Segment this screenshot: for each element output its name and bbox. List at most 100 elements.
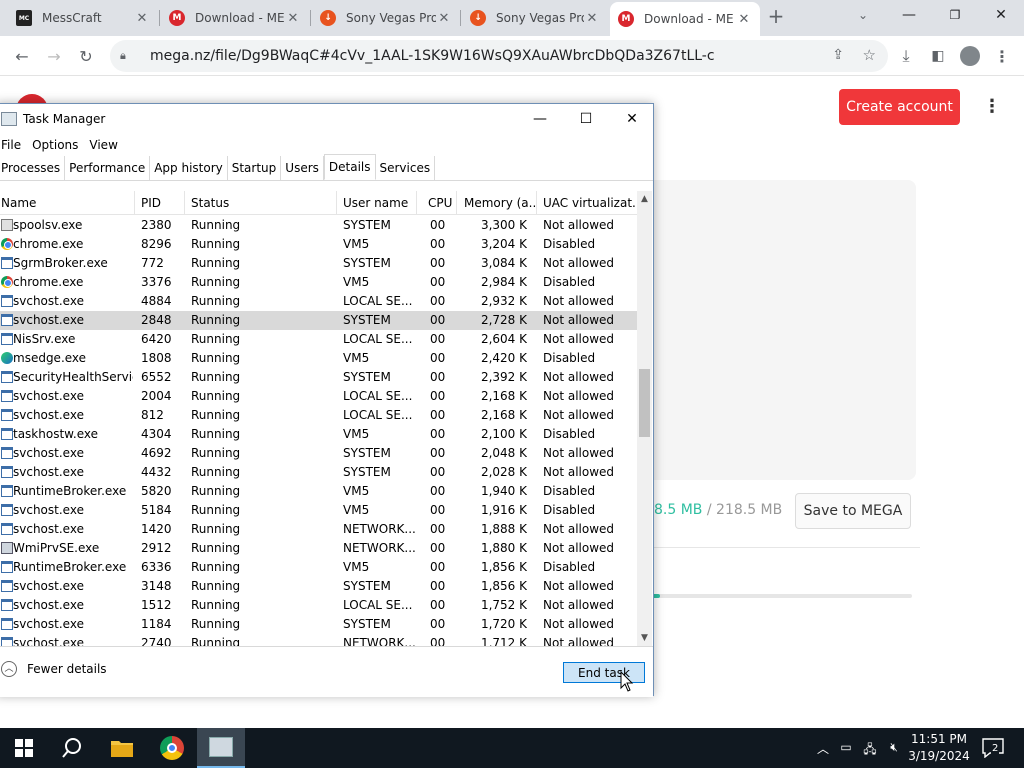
save-to-mega-button[interactable]: Save to MEGA <box>795 493 911 529</box>
chevron-up-icon[interactable]: ︿ <box>815 740 831 756</box>
scroll-up-icon[interactable]: ▲ <box>637 191 652 207</box>
tab-processes[interactable]: Processes <box>0 156 66 180</box>
table-row[interactable]: chrome.exe 3376 Running VM5 00 2,984 K Disable… <box>0 273 637 292</box>
tab-sony-vegas-2[interactable]: ↓ Sony Vegas Pro ✕ <box>462 4 608 32</box>
table-row[interactable]: svchost.exe 3148 Running SYSTEM 00 1,856 K Not… <box>0 577 637 596</box>
table-row[interactable]: taskhostw.exe 4304 Running VM5 00 2,100 K Disa… <box>0 425 637 444</box>
volume-muted-icon[interactable]: 🔇︎ <box>886 740 902 756</box>
column-status[interactable]: Status <box>185 191 337 215</box>
close-window-icon[interactable]: ✕ <box>978 0 1024 30</box>
table-row[interactable]: WmiPrvSE.exe 2912 Running NETWORK... 00 1,880… <box>0 539 637 558</box>
table-row[interactable]: NisSrv.exe 6420 Running LOCAL SE... 00 2,604 … <box>0 330 637 349</box>
table-row[interactable]: SecurityHealthServic... 6552 Running SYSTEM… <box>0 368 637 387</box>
table-row[interactable]: svchost.exe 4884 Running LOCAL SE... 00 2,932… <box>0 292 637 311</box>
scroll-down-icon[interactable]: ▼ <box>637 630 652 646</box>
table-row[interactable]: svchost.exe 4432 Running SYSTEM 00 2,028 K Not… <box>0 463 637 482</box>
network-icon[interactable]: 🖧︎ <box>862 740 878 756</box>
start-button[interactable] <box>0 728 48 768</box>
vertical-scrollbar[interactable]: ▲ ▼ <box>637 191 652 646</box>
cell-uac: Not allowed <box>543 465 615 479</box>
table-row[interactable]: svchost.exe 1184 Running SYSTEM 00 1,720 K Not… <box>0 615 637 634</box>
tab-startup[interactable]: Startup <box>227 156 282 180</box>
menu-options[interactable]: Options <box>28 138 85 152</box>
close-icon[interactable]: ✕ <box>134 11 150 26</box>
tab-app-history[interactable]: App history <box>150 156 228 180</box>
close-icon[interactable]: ✕ <box>736 12 752 27</box>
reload-icon[interactable]: ↻ <box>72 42 100 70</box>
side-panel-icon[interactable]: ◧ <box>924 42 952 70</box>
close-icon[interactable]: ✕ <box>609 104 655 134</box>
task-manager-titlebar[interactable]: Task Manager — ☐ ✕ <box>0 104 653 134</box>
file-explorer-button[interactable] <box>98 728 146 768</box>
column-memory[interactable]: Memory (a... <box>457 191 537 215</box>
star-icon[interactable]: ☆ <box>863 46 876 64</box>
table-row[interactable]: svchost.exe 2004 Running LOCAL SE... 00 2,168… <box>0 387 637 406</box>
search-button[interactable] <box>48 728 96 768</box>
tab-sony-vegas-1[interactable]: ↓ Sony Vegas Pro ✕ <box>312 4 460 32</box>
tab-services[interactable]: Services <box>375 156 436 180</box>
table-row[interactable]: svchost.exe 5184 Running VM5 00 1,916 K Disabl… <box>0 501 637 520</box>
back-arrow-icon[interactable]: ← <box>8 42 36 70</box>
cell-pid: 2848 <box>141 313 172 327</box>
table-row[interactable]: RuntimeBroker.exe 6336 Running VM5 00 1,856 K… <box>0 558 637 577</box>
profile-icon[interactable] <box>956 42 984 70</box>
tab-users[interactable]: Users <box>281 156 324 180</box>
window-title: Task Manager <box>23 112 106 126</box>
close-icon[interactable]: ✕ <box>584 11 600 26</box>
table-row[interactable]: svchost.exe 1512 Running LOCAL SE... 00 1,752… <box>0 596 637 615</box>
menu-bar: File Options View <box>0 134 125 156</box>
column-cpu[interactable]: CPU <box>417 191 457 215</box>
downloads-icon[interactable]: ⤓ <box>892 42 920 70</box>
scroll-thumb[interactable] <box>639 369 650 437</box>
cell-cpu: 00 <box>430 370 446 384</box>
tab-mega-2[interactable]: M Download - ME ✕ <box>610 2 760 36</box>
tab-details[interactable]: Details <box>323 154 376 180</box>
table-row[interactable]: svchost.exe 812 Running LOCAL SE... 00 2,168 … <box>0 406 637 425</box>
cell-name: chrome.exe <box>13 275 84 289</box>
table-row[interactable]: svchost.exe 2848 Running SYSTEM 00 2,728 K Not… <box>0 311 637 330</box>
notifications-button[interactable]: 2 <box>982 738 1004 759</box>
svc-icon <box>1 314 13 326</box>
close-icon[interactable]: ✕ <box>285 11 301 26</box>
menu-file[interactable]: File <box>0 138 28 152</box>
table-row[interactable]: chrome.exe 8296 Running VM5 00 3,204 K Disable… <box>0 235 637 254</box>
tab-mega-1[interactable]: M Download - ME ✕ <box>161 4 309 32</box>
task-manager-taskbar-button[interactable] <box>197 728 245 768</box>
forward-arrow-icon[interactable]: → <box>40 42 68 70</box>
chrome-menu-icon[interactable]: ⋮ <box>988 42 1016 70</box>
maximize-icon[interactable]: ☐ <box>563 104 609 134</box>
share-icon[interactable]: ⇪ <box>832 47 844 63</box>
minimize-icon[interactable]: — <box>886 0 932 30</box>
column-uac-virtualization[interactable]: UAC virtualizat... <box>537 191 637 215</box>
tab-messcraft[interactable]: MC MessCraft ✕ <box>8 4 158 32</box>
column-user-name[interactable]: User name <box>337 191 417 215</box>
menu-view[interactable]: View <box>85 138 124 152</box>
table-row[interactable]: msedge.exe 1808 Running VM5 00 2,420 K Disable… <box>0 349 637 368</box>
table-row[interactable]: spoolsv.exe 2380 Running SYSTEM 00 3,300 K Not… <box>0 216 637 235</box>
system-clock[interactable]: 11:51 PM 3/19/2024 <box>905 731 973 765</box>
address-bar[interactable]: 🔒︎ mega.nz/file/Dg9BWaqC#4cVv_1AAL-1SK9W… <box>110 40 888 72</box>
tab-performance[interactable]: Performance <box>65 156 151 180</box>
minimize-icon[interactable]: — <box>517 104 563 134</box>
more-menu-icon[interactable]: ⋮ <box>982 97 1002 117</box>
tab-search-icon[interactable]: ⌄ <box>840 0 886 30</box>
table-row[interactable]: RuntimeBroker.exe 5820 Running VM5 00 1,940 K… <box>0 482 637 501</box>
table-row[interactable]: svchost.exe 2740 Running NETWORK... 00 1,712 … <box>0 634 637 646</box>
table-row[interactable]: svchost.exe 4692 Running SYSTEM 00 2,048 K Not… <box>0 444 637 463</box>
cell-name: svchost.exe <box>13 313 84 327</box>
device-icon[interactable]: ▭ <box>838 740 854 756</box>
create-account-button[interactable]: Create account <box>839 89 960 125</box>
fewer-details-button[interactable]: ︿ Fewer details <box>1 661 107 677</box>
cell-memory: 2,100 K <box>480 427 527 441</box>
chrome-taskbar-button[interactable] <box>148 728 196 768</box>
new-tab-icon[interactable]: + <box>762 2 790 30</box>
restore-icon[interactable]: ❐ <box>932 0 978 30</box>
column-pid[interactable]: PID <box>135 191 185 215</box>
tab-title: MessCraft <box>42 11 102 25</box>
download-progress-bar <box>650 594 912 598</box>
table-row[interactable]: SgrmBroker.exe 772 Running SYSTEM 00 3,084 K N… <box>0 254 637 273</box>
column-name[interactable]: Name <box>0 191 135 215</box>
close-icon[interactable]: ✕ <box>436 11 452 26</box>
svc-icon <box>1 580 13 592</box>
table-row[interactable]: svchost.exe 1420 Running NETWORK... 00 1,888 … <box>0 520 637 539</box>
